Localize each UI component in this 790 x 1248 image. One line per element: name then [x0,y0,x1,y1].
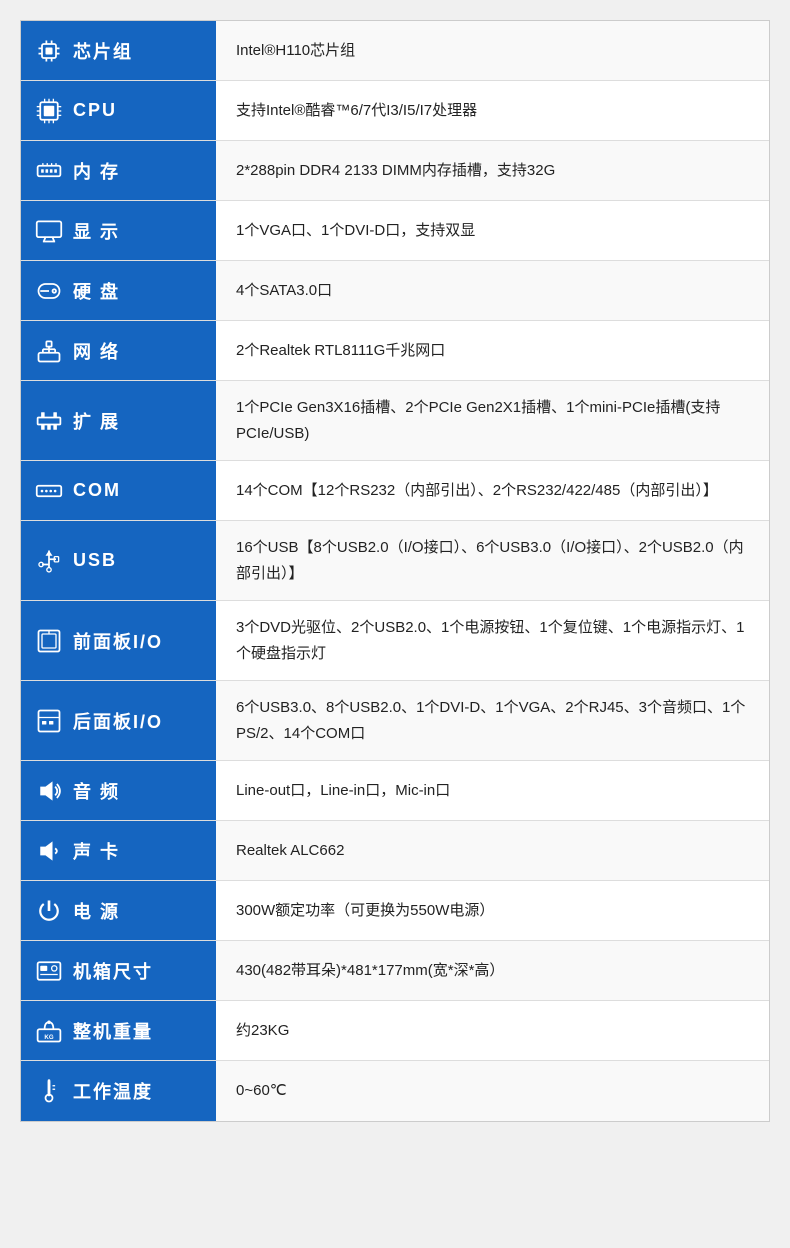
spec-label-text-front-io: 前面板I/O [73,628,163,654]
spec-label-sound-card: 声 卡 [21,821,216,880]
spec-row-usb: USB 16个USB【8个USB2.0（I/O接口）、6个USB3.0（I/O接… [21,521,769,601]
spec-value-hdd: 4个SATA3.0口 [216,261,769,320]
spec-value-sound-card: Realtek ALC662 [216,821,769,880]
spec-label-text-power: 电 源 [73,898,120,924]
spec-row-chassis: 机箱尺寸 430(482带耳朵)*481*177mm(宽*深*高） [21,941,769,1001]
temperature-icon [33,1077,65,1105]
spec-label-weight: KG 整机重量 [21,1001,216,1060]
spec-value-cpu: 支持Intel®酷睿™6/7代I3/I5/I7处理器 [216,81,769,140]
spec-row-memory: 内 存 2*288pin DDR4 2133 DIMM内存插槽，支持32G [21,141,769,201]
display-icon [33,217,65,245]
spec-row-cpu: CPU 支持Intel®酷睿™6/7代I3/I5/I7处理器 [21,81,769,141]
spec-label-temperature: 工作温度 [21,1061,216,1121]
chassis-icon [33,957,65,985]
spec-label-text-network: 网 络 [73,338,120,364]
spec-row-weight: KG 整机重量 约23KG [21,1001,769,1061]
spec-label-text-memory: 内 存 [73,158,120,184]
spec-label-text-cpu: CPU [73,100,117,121]
com-icon [33,477,65,505]
spec-value-display: 1个VGA口、1个DVI-D口，支持双显 [216,201,769,260]
spec-label-text-expansion: 扩 展 [73,408,120,434]
spec-label-chassis: 机箱尺寸 [21,941,216,1000]
spec-label-usb: USB [21,521,216,600]
spec-value-power: 300W额定功率（可更换为550W电源） [216,881,769,940]
spec-row-network: 网 络 2个Realtek RTL8111G千兆网口 [21,321,769,381]
spec-label-network: 网 络 [21,321,216,380]
sound-card-icon [33,837,65,865]
spec-label-front-io: 前面板I/O [21,601,216,680]
usb-icon [33,547,65,575]
spec-value-network: 2个Realtek RTL8111G千兆网口 [216,321,769,380]
spec-label-text-weight: 整机重量 [73,1018,153,1044]
spec-row-temperature: 工作温度 0~60℃ [21,1061,769,1121]
spec-label-rear-io: 后面板I/O [21,681,216,760]
spec-value-com: 14个COM【12个RS232（内部引出）、2个RS232/422/485（内部… [216,461,769,520]
spec-row-power: 电 源 300W额定功率（可更换为550W电源） [21,881,769,941]
expansion-icon [33,407,65,435]
spec-label-expansion: 扩 展 [21,381,216,460]
spec-label-text-chipset: 芯片组 [73,38,133,64]
audio-icon [33,777,65,805]
spec-label-text-temperature: 工作温度 [73,1078,153,1104]
spec-table: 芯片组 Intel®H110芯片组 CPU 支持Intel®酷睿™6/7代I3/… [20,20,770,1122]
spec-label-memory: 内 存 [21,141,216,200]
spec-label-text-com: COM [73,480,121,501]
spec-label-display: 显 示 [21,201,216,260]
spec-label-text-chassis: 机箱尺寸 [73,958,153,984]
spec-label-text-rear-io: 后面板I/O [73,708,163,734]
spec-row-front-io: 前面板I/O 3个DVD光驱位、2个USB2.0、1个电源按钮、1个复位键、1个… [21,601,769,681]
spec-row-expansion: 扩 展 1个PCIe Gen3X16插槽、2个PCIe Gen2X1插槽、1个m… [21,381,769,461]
spec-label-hdd: 硬 盘 [21,261,216,320]
spec-label-text-usb: USB [73,550,117,571]
spec-label-text-hdd: 硬 盘 [73,278,120,304]
spec-label-text-audio: 音 频 [73,778,120,804]
spec-value-usb: 16个USB【8个USB2.0（I/O接口）、6个USB3.0（I/O接口）、2… [216,521,769,600]
spec-label-text-display: 显 示 [73,218,120,244]
spec-value-memory: 2*288pin DDR4 2133 DIMM内存插槽，支持32G [216,141,769,200]
spec-value-expansion: 1个PCIe Gen3X16插槽、2个PCIe Gen2X1插槽、1个mini-… [216,381,769,460]
spec-label-power: 电 源 [21,881,216,940]
spec-label-audio: 音 频 [21,761,216,820]
memory-icon [33,157,65,185]
spec-value-audio: Line-out口，Line-in口，Mic-in口 [216,761,769,820]
spec-value-rear-io: 6个USB3.0、8个USB2.0、1个DVI-D、1个VGA、2个RJ45、3… [216,681,769,760]
spec-row-sound-card: 声 卡 Realtek ALC662 [21,821,769,881]
spec-row-chipset: 芯片组 Intel®H110芯片组 [21,21,769,81]
hdd-icon [33,277,65,305]
spec-label-com: COM [21,461,216,520]
spec-row-com: COM 14个COM【12个RS232（内部引出）、2个RS232/422/48… [21,461,769,521]
power-icon [33,897,65,925]
spec-value-front-io: 3个DVD光驱位、2个USB2.0、1个电源按钮、1个复位键、1个电源指示灯、1… [216,601,769,680]
spec-row-audio: 音 频 Line-out口，Line-in口，Mic-in口 [21,761,769,821]
weight-icon: KG [33,1017,65,1045]
rear-io-icon [33,707,65,735]
spec-value-chassis: 430(482带耳朵)*481*177mm(宽*深*高） [216,941,769,1000]
svg-text:KG: KG [44,1033,53,1040]
spec-label-text-sound-card: 声 卡 [73,838,120,864]
chipset-icon [33,37,65,65]
spec-value-temperature: 0~60℃ [216,1061,769,1121]
spec-value-weight: 约23KG [216,1001,769,1060]
spec-row-rear-io: 后面板I/O 6个USB3.0、8个USB2.0、1个DVI-D、1个VGA、2… [21,681,769,761]
cpu-icon [33,97,65,125]
spec-row-display: 显 示 1个VGA口、1个DVI-D口，支持双显 [21,201,769,261]
front-io-icon [33,627,65,655]
spec-row-hdd: 硬 盘 4个SATA3.0口 [21,261,769,321]
spec-label-cpu: CPU [21,81,216,140]
spec-value-chipset: Intel®H110芯片组 [216,21,769,80]
spec-label-chipset: 芯片组 [21,21,216,80]
network-icon [33,337,65,365]
